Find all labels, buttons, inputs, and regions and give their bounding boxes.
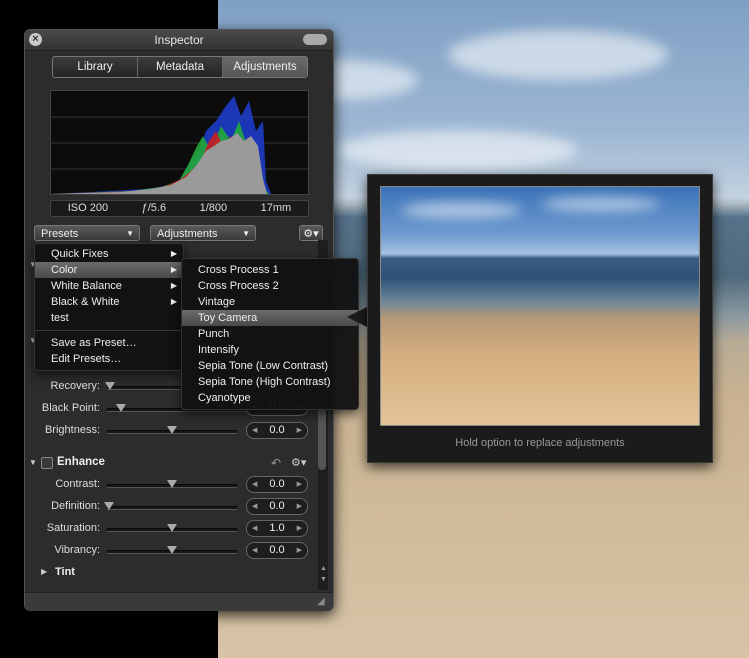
recovery-label: Recovery: [50,380,100,392]
saturation-label: Saturation: [46,522,100,534]
triangle-right-icon[interactable]: ▶ [41,567,47,576]
contrast-slider-thumb[interactable] [167,480,177,488]
menu-item-vintage[interactable]: Vintage [182,294,358,310]
triangle-right-icon: ▶ [170,249,177,258]
brightness-value[interactable]: ◀ 0.0 ▶ [246,422,308,439]
menu-item-save-as-preset[interactable]: Save as Preset… [35,335,183,351]
bottom-bar: ◢ [25,592,333,611]
exif-info-bar: ISO 200 ƒ/5.6 1/800 17mm [50,200,309,217]
contrast-label: Contrast: [55,478,100,490]
vibrancy-label: Vibrancy: [54,544,100,556]
menu-item-test[interactable]: test [35,310,183,326]
definition-slider[interactable] [107,506,237,510]
decrement-icon[interactable]: ◀ [252,477,257,492]
preview-pointer [347,307,367,327]
menu-item-toy-camera[interactable]: Toy Camera [182,310,358,326]
enhance-title: Enhance [57,456,105,468]
black-point-slider-thumb[interactable] [116,404,126,412]
scroll-down-icon[interactable]: ▼ [320,576,327,583]
decrement-icon[interactable]: ◀ [252,499,257,514]
gear-icon[interactable]: ⚙▾ [299,225,323,241]
preview-caption: Hold option to replace adjustments [455,437,625,449]
exif-iso: ISO 200 [67,202,109,214]
menu-item-sepia-low[interactable]: Sepia Tone (Low Contrast) [182,358,358,374]
scroll-up-icon[interactable]: ▲ [320,565,327,572]
menu-item-edit-presets[interactable]: Edit Presets… [35,351,183,367]
increment-icon[interactable]: ▶ [297,423,302,438]
triangle-right-icon: ▶ [170,297,177,306]
menu-item-cross-process-1[interactable]: Cross Process 1 [182,262,358,278]
histogram-graph [51,96,308,194]
exif-shutter: 1/800 [199,202,228,214]
recovery-slider-thumb[interactable] [105,382,115,390]
black-point-label: Black Point: [41,402,100,414]
triangle-right-icon: ▶ [170,265,177,274]
brightness-slider-thumb[interactable] [167,426,177,434]
tab-adjustments[interactable]: Adjustments [223,57,307,77]
definition-value[interactable]: ◀ 0.0 ▶ [246,498,308,515]
menu-item-cyanotype[interactable]: Cyanotype [182,390,358,406]
vibrancy-value[interactable]: ◀ 0.0 ▶ [246,542,308,559]
adjustments-label: Adjustments [157,228,218,240]
chevron-down-icon: ▼ [242,229,250,238]
presets-menu: Quick Fixes ▶ Color ▶ White Balance ▶ Bl… [34,243,184,371]
preset-preview-popover: Hold option to replace adjustments [367,174,713,463]
menu-item-quick-fixes[interactable]: Quick Fixes ▶ [35,246,183,262]
gear-icon[interactable]: ⚙▾ [291,456,306,469]
menu-item-intensify[interactable]: Intensify [182,342,358,358]
title-bar[interactable]: × Inspector [25,30,333,51]
contrast-value[interactable]: ◀ 0.0 ▶ [246,476,308,493]
definition-label: Definition: [51,500,100,512]
preview-image [380,186,700,426]
brightness-label: Brightness: [44,424,100,436]
vibrancy-slider-thumb[interactable] [167,546,177,554]
menu-item-color[interactable]: Color ▶ [35,262,183,278]
menu-item-sepia-high[interactable]: Sepia Tone (High Contrast) [182,374,358,390]
menu-item-punch[interactable]: Punch [182,326,358,342]
increment-icon[interactable]: ▶ [297,543,302,558]
undo-icon[interactable]: ↶ [271,456,281,470]
enhance-checkbox[interactable] [41,457,53,469]
tab-library[interactable]: Library [53,57,138,77]
triangle-right-icon: ▶ [170,281,177,290]
triangle-down-icon[interactable]: ▼ [29,458,37,467]
exif-focal-length: 17mm [260,202,292,214]
menu-separator [35,330,183,331]
presets-label: Presets [41,228,79,240]
increment-icon[interactable]: ▶ [297,477,302,492]
resize-grip-icon[interactable]: ◢ [317,596,325,607]
inspector-tabs: Library Metadata Adjustments [52,56,308,78]
color-submenu: Cross Process 1 Cross Process 2 Vintage … [181,258,359,410]
decrement-icon[interactable]: ◀ [252,521,257,536]
saturation-value[interactable]: ◀ 1.0 ▶ [246,520,308,537]
histogram [50,90,309,195]
chevron-down-icon: ▼ [126,229,134,238]
menu-item-white-balance[interactable]: White Balance ▶ [35,278,183,294]
adjustments-dropdown[interactable]: Adjustments ▼ [150,225,256,241]
exif-aperture: ƒ/5.6 [141,202,167,214]
increment-icon[interactable]: ▶ [297,499,302,514]
decrement-icon[interactable]: ◀ [252,543,257,558]
increment-icon[interactable]: ▶ [297,521,302,536]
decrement-icon[interactable]: ◀ [252,423,257,438]
definition-slider-thumb[interactable] [104,502,114,510]
toolbar-toggle-button[interactable] [303,34,327,45]
menu-item-cross-process-2[interactable]: Cross Process 2 [182,278,358,294]
presets-dropdown[interactable]: Presets ▼ [34,225,140,241]
menu-item-black-white[interactable]: Black & White ▶ [35,294,183,310]
tint-title[interactable]: Tint [55,566,75,578]
tab-metadata[interactable]: Metadata [138,57,223,77]
window-title: Inspector [154,33,204,47]
saturation-slider-thumb[interactable] [167,524,177,532]
